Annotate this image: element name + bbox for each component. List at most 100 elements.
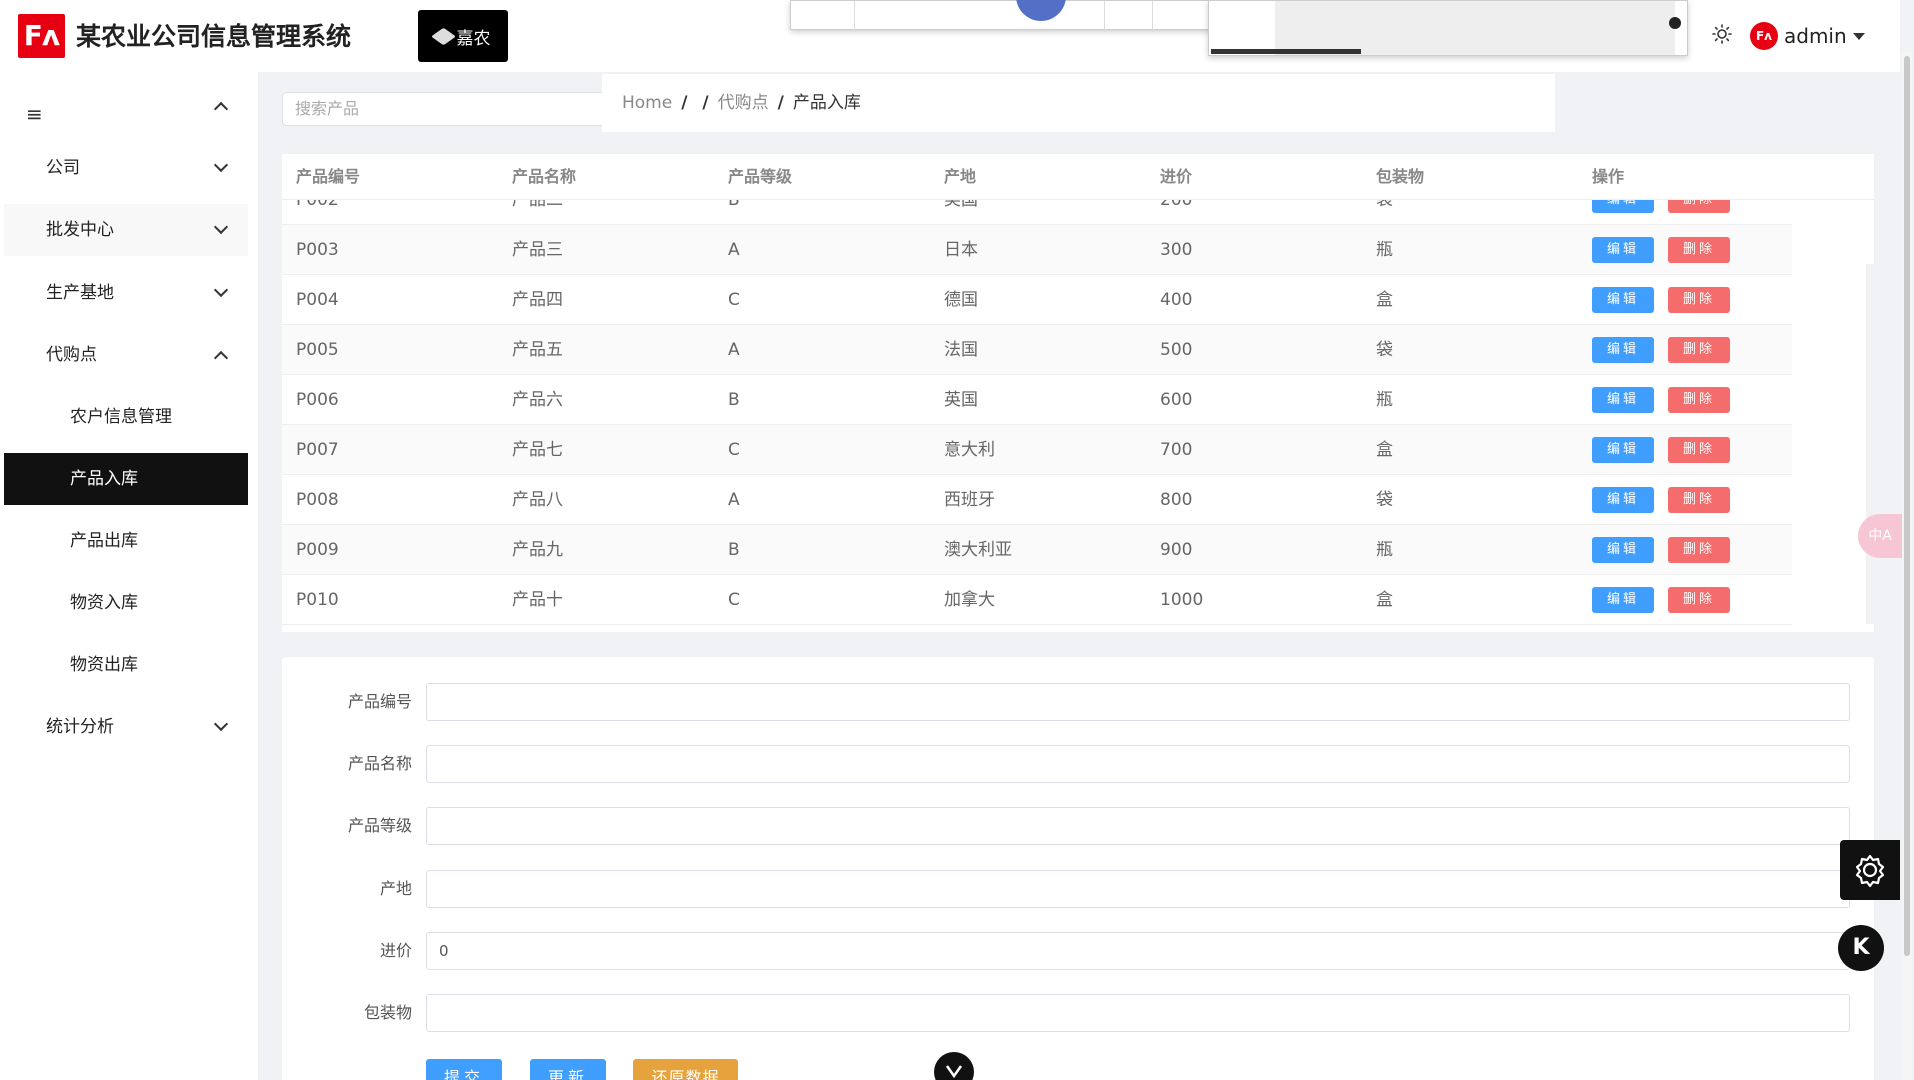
scroll-down-button[interactable]: [934, 1052, 974, 1080]
table-cell: P010: [296, 590, 339, 610]
user-avatar[interactable]: Fʌ: [1750, 22, 1778, 50]
breadcrumb-current: 产品入库: [792, 93, 861, 113]
sidebar-item-production-base[interactable]: 生产基地: [4, 267, 248, 319]
column-header: 产地: [944, 167, 977, 186]
sidebar-item-agency[interactable]: 代购点: [4, 329, 248, 381]
table-cell: 产品六: [512, 390, 563, 410]
org-switch-button[interactable]: 嘉农: [418, 10, 508, 62]
column-header: 进价: [1160, 167, 1193, 186]
table-cell: P009: [296, 540, 339, 560]
sidebar-subitem-material-in[interactable]: 物资入库: [4, 577, 248, 629]
table-scrollbar[interactable]: [1866, 264, 1874, 624]
sidebar-subitem-label: 产品入库: [70, 469, 138, 489]
top-header: Fʌ 某农业公司信息管理系统 嘉农 Fʌ admin: [0, 0, 1900, 72]
price-field[interactable]: 0: [426, 932, 1850, 970]
table-row: P003 产品三 A 日本 300 瓶 编辑 删除: [282, 225, 1792, 275]
table-cell: P003: [296, 240, 339, 260]
delete-button[interactable]: 删除: [1668, 337, 1730, 363]
delete-button[interactable]: 删除: [1668, 437, 1730, 463]
breadcrumb-home[interactable]: Home: [622, 93, 672, 113]
scrollbar-thumb[interactable]: [1904, 56, 1910, 956]
table-cell: 盒: [1376, 590, 1393, 610]
sidebar-item-company[interactable]: 公司: [4, 142, 248, 194]
page-scrollbar[interactable]: [1902, 52, 1912, 1080]
delete-button[interactable]: 删除: [1668, 287, 1730, 313]
sidebar-subitem-product-out[interactable]: 产品出库: [4, 515, 248, 567]
preview-popup-right: [1208, 0, 1688, 56]
org-switch-label: 嘉农: [456, 28, 491, 49]
table-header: 产品编号 产品名称 产品等级 产地 进价 包装物 操作: [282, 154, 1874, 200]
app-logo: Fʌ: [18, 14, 65, 58]
table-cell: 瓶: [1376, 390, 1393, 410]
table-cell: 700: [1160, 440, 1193, 460]
column-header: 产品名称: [512, 167, 577, 186]
settings-button[interactable]: [1840, 840, 1900, 900]
table-cell: P004: [296, 290, 339, 310]
close-icon[interactable]: [1669, 17, 1681, 29]
table-cell: 盒: [1376, 440, 1393, 460]
delete-button[interactable]: 删除: [1668, 487, 1730, 513]
table-row: P006 产品六 B 英国 600 瓶 编辑 删除: [282, 375, 1792, 425]
table-cell: 瓶: [1376, 540, 1393, 560]
sidebar-subitem-label: 物资出库: [70, 655, 138, 675]
breadcrumb-parent[interactable]: 代购点: [718, 93, 769, 113]
table-row: P008 产品八 A 西班牙 800 袋 编辑 删除: [282, 475, 1792, 525]
sidebar-subitem-farmer-info[interactable]: 农户信息管理: [4, 391, 248, 443]
edit-button[interactable]: 编辑: [1592, 237, 1654, 263]
edit-button[interactable]: 编辑: [1592, 437, 1654, 463]
search-input[interactable]: 搜索产品: [282, 92, 622, 126]
chevron-down-icon[interactable]: [1853, 33, 1865, 40]
user-name[interactable]: admin: [1784, 22, 1847, 50]
table-cell: B: [728, 390, 740, 410]
table-cell: 袋: [1376, 490, 1393, 510]
column-header: 包装物: [1376, 167, 1425, 186]
table-cell: 300: [1160, 240, 1193, 260]
edit-button[interactable]: 编辑: [1592, 287, 1654, 313]
sidebar-subitem-material-out[interactable]: 物资出库: [4, 639, 248, 691]
theme-toggle-icon[interactable]: [1712, 24, 1732, 44]
menu-collapse-icon[interactable]: ≡: [26, 102, 43, 126]
translate-icon[interactable]: 中A: [1858, 514, 1902, 558]
preview-content: [1275, 1, 1675, 55]
sidebar-item-label: 生产基地: [46, 283, 114, 303]
edit-button[interactable]: 编辑: [1592, 387, 1654, 413]
table-row: P004 产品四 C 德国 400 盒 编辑 删除: [282, 275, 1792, 325]
sidebar-item-wholesale[interactable]: 批发中心: [4, 204, 248, 256]
product-code-field[interactable]: [426, 683, 1850, 721]
table-cell: 600: [1160, 390, 1193, 410]
edit-button[interactable]: 编辑: [1592, 587, 1654, 613]
table-cell: 1000: [1160, 590, 1204, 610]
product-name-field[interactable]: [426, 745, 1850, 783]
table-cell: 产品十: [512, 590, 563, 610]
packaging-field[interactable]: [426, 994, 1850, 1032]
assistant-icon[interactable]: K: [1838, 925, 1884, 971]
edit-button[interactable]: 编辑: [1592, 337, 1654, 363]
sidebar-item-label: 代购点: [46, 345, 97, 365]
delete-button[interactable]: 删除: [1668, 537, 1730, 563]
sidebar-subitem-product-in[interactable]: 产品入库: [4, 453, 248, 505]
table-cell: 法国: [944, 340, 978, 360]
edit-button[interactable]: 编辑: [1592, 487, 1654, 513]
delete-button[interactable]: 删除: [1668, 387, 1730, 413]
submit-button[interactable]: 提交: [426, 1059, 502, 1080]
preview-pane: [791, 1, 855, 30]
table-cell: 袋: [1376, 340, 1393, 360]
app-title: 某农业公司信息管理系统: [76, 22, 352, 51]
sidebar-item-statistics[interactable]: 统计分析: [4, 701, 248, 753]
edit-button[interactable]: 编辑: [1592, 537, 1654, 563]
table-row: P007 产品七 C 意大利 700 盒 编辑 删除: [282, 425, 1792, 475]
delete-button[interactable]: 删除: [1668, 587, 1730, 613]
delete-button[interactable]: 删除: [1668, 237, 1730, 263]
product-table: 产品编号 产品名称 产品等级 产地 进价 包装物 操作 P002 产品二 B 美国 20…: [282, 154, 1874, 632]
origin-field[interactable]: [426, 870, 1850, 908]
chevron-up-icon: [213, 350, 229, 366]
table-cell: A: [728, 240, 740, 260]
product-grade-field[interactable]: [426, 807, 1850, 845]
table-cell: P005: [296, 340, 339, 360]
chevron-up-icon[interactable]: [213, 101, 229, 117]
table-cell: 德国: [944, 290, 978, 310]
cube-icon: [430, 27, 456, 45]
chevron-down-icon: [213, 282, 229, 298]
update-button[interactable]: 更新: [530, 1059, 606, 1080]
restore-button[interactable]: 还原数据: [633, 1059, 738, 1080]
